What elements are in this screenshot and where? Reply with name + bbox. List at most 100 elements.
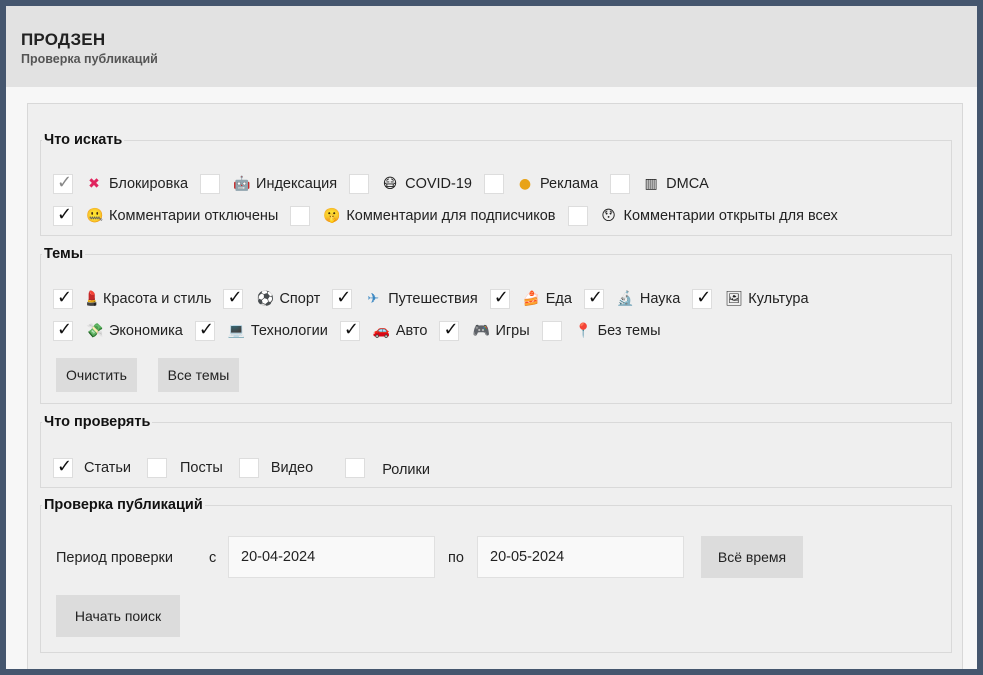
topic-games[interactable]: 🎮 Игры: [439, 319, 530, 341]
topic-label: Авто: [395, 323, 428, 339]
topic-label: Культура: [748, 291, 809, 307]
check-type-clips[interactable]: Ролики: [345, 458, 430, 478]
search-option-label: Реклама: [539, 176, 599, 192]
check-type-label: Видео: [270, 460, 314, 476]
money-with-wings-icon: 💸: [86, 323, 104, 339]
topics-row-2: 💸 Экономика 💻 Технологии 🚗 Авто 🎮 Игры: [53, 319, 673, 343]
period-label: Период проверки: [56, 550, 173, 566]
airplane-icon: ✈: [367, 291, 380, 307]
search-option-block[interactable]: ✖ Блокировка: [53, 172, 189, 194]
app-header: ПРОДЗЕН Проверка публикаций: [6, 6, 977, 87]
search-option-indexing-checkbox[interactable]: [200, 174, 221, 194]
clear-topics-button[interactable]: Очистить: [56, 358, 137, 392]
topic-auto-checkbox[interactable]: [339, 319, 360, 341]
check-type-posts[interactable]: Посты: [147, 458, 223, 478]
topics-row-1: 💄 Красота и стиль ⚽ Спорт ✈ Путешествия …: [53, 287, 821, 311]
search-option-dmca-checkbox[interactable]: [610, 174, 631, 194]
check-type-articles-checkbox[interactable]: [53, 456, 73, 478]
mask-face-icon: 😷: [382, 176, 398, 192]
piano-icon: ▥: [644, 176, 658, 192]
surprised-face-icon: 😯: [601, 208, 616, 224]
car-icon: 🚗: [372, 323, 391, 339]
all-time-button[interactable]: Всё время: [701, 536, 803, 578]
topic-tech[interactable]: 💻 Технологии: [194, 319, 328, 341]
pushpin-icon: 📍: [574, 323, 593, 339]
topic-travel[interactable]: ✈ Путешествия: [332, 287, 478, 309]
topic-sport[interactable]: ⚽ Спорт: [223, 287, 321, 309]
check-types-legend: Что проверять: [44, 414, 151, 430]
game-controller-icon: 🎮: [472, 323, 490, 339]
topic-tech-checkbox[interactable]: [194, 319, 215, 341]
cross-mark-icon: ✖: [88, 176, 100, 192]
search-option-comments-all[interactable]: 😯 Комментарии открыты для всех: [567, 206, 838, 226]
topic-economy-checkbox[interactable]: [53, 319, 73, 341]
all-topics-button[interactable]: Все темы: [158, 358, 239, 392]
topic-science[interactable]: 🔬 Наука: [583, 287, 681, 309]
framed-picture-icon: 🖼: [725, 291, 744, 307]
cake-icon: 🍰: [522, 291, 541, 307]
search-option-label: Комментарии отключены: [109, 208, 279, 224]
search-option-covid-checkbox[interactable]: [349, 174, 370, 194]
topic-label: Еда: [545, 291, 572, 307]
topic-culture[interactable]: 🖼 Культура: [692, 287, 809, 309]
topic-travel-checkbox[interactable]: [332, 287, 353, 309]
robot-icon: 🤖: [233, 176, 251, 192]
topic-label: Спорт: [279, 291, 321, 307]
topic-none[interactable]: 📍 Без темы: [541, 321, 661, 341]
soccer-ball-icon: ⚽: [256, 291, 274, 307]
to-label: по: [448, 550, 464, 566]
search-option-label: Блокировка: [109, 176, 189, 192]
topic-auto[interactable]: 🚗 Авто: [339, 319, 428, 341]
check-type-label: Посты: [180, 460, 223, 476]
microscope-icon: 🔬: [616, 291, 635, 307]
search-option-covid[interactable]: 😷 COVID-19: [349, 174, 472, 194]
topic-economy[interactable]: 💸 Экономика: [53, 319, 183, 341]
check-legend: Проверка публикаций: [44, 497, 203, 513]
search-legend: Что искать: [44, 132, 123, 148]
check-type-video-checkbox[interactable]: [238, 458, 259, 478]
topic-label: Технологии: [250, 323, 328, 339]
check-type-clips-checkbox[interactable]: [345, 458, 366, 478]
search-option-comments-subscribers-checkbox[interactable]: [290, 206, 311, 226]
search-option-ads[interactable]: ● Реклама: [483, 174, 599, 194]
topic-label: Наука: [639, 291, 681, 307]
check-type-video[interactable]: Видео: [238, 458, 314, 478]
topic-science-checkbox[interactable]: [583, 287, 604, 309]
topic-culture-checkbox[interactable]: [692, 287, 713, 309]
check-type-articles[interactable]: Статьи: [53, 456, 131, 478]
topic-label: Экономика: [109, 323, 183, 339]
search-option-label: DMCA: [666, 176, 709, 192]
check-type-label: Статьи: [84, 460, 131, 476]
topic-beauty[interactable]: 💄 Красота и стиль: [53, 287, 212, 309]
topic-none-checkbox[interactable]: [541, 321, 562, 341]
search-option-comments-all-checkbox[interactable]: [567, 206, 588, 226]
date-to-input[interactable]: [477, 536, 684, 578]
search-option-block-checkbox[interactable]: [53, 172, 73, 194]
search-option-dmca[interactable]: ▥ DMCA: [610, 174, 709, 194]
app-window: ПРОДЗЕН Проверка публикаций Что искать ✖…: [6, 6, 977, 669]
topic-sport-checkbox[interactable]: [223, 287, 244, 309]
search-option-indexing[interactable]: 🤖 Индексация: [200, 174, 337, 194]
search-option-comments-off-checkbox[interactable]: [53, 204, 73, 226]
topic-label: Красота и стиль: [103, 291, 212, 307]
topic-beauty-checkbox[interactable]: [53, 287, 73, 309]
date-from-input[interactable]: [228, 536, 435, 578]
search-option-comments-subscribers[interactable]: 🤫 Комментарии для подписчиков: [290, 206, 556, 226]
check-type-label: Ролики: [382, 462, 430, 478]
topic-label: Без темы: [597, 323, 661, 339]
check-type-posts-checkbox[interactable]: [147, 458, 167, 478]
search-option-ads-checkbox[interactable]: [483, 174, 504, 194]
search-option-label: Индексация: [256, 176, 338, 192]
coin-icon: ●: [518, 176, 532, 192]
lipstick-icon: 💄: [83, 291, 101, 307]
topic-games-checkbox[interactable]: [439, 319, 460, 341]
topic-food-checkbox[interactable]: [489, 287, 510, 309]
main-panel: Что искать ✖ Блокировка 🤖 Индексация 😷 C…: [27, 103, 963, 669]
start-search-button[interactable]: Начать поиск: [56, 595, 180, 637]
search-option-comments-off[interactable]: 🤐 Комментарии отключены: [53, 204, 279, 226]
shushing-face-icon: 🤫: [323, 208, 341, 224]
topics-fieldset: Темы 💄 Красота и стиль ⚽ Спорт ✈ Путешес…: [40, 246, 952, 404]
zipper-mouth-icon: 🤐: [86, 208, 104, 224]
topic-food[interactable]: 🍰 Еда: [489, 287, 572, 309]
search-option-label: Комментарии для подписчиков: [346, 208, 556, 224]
